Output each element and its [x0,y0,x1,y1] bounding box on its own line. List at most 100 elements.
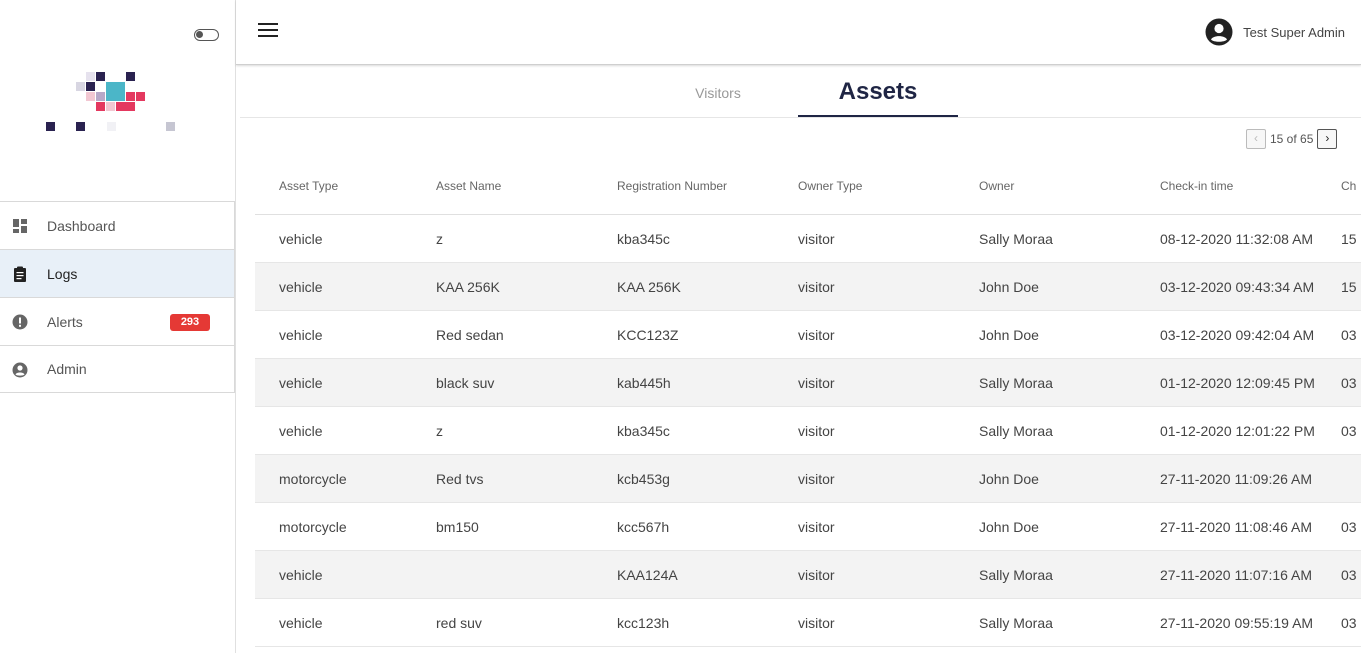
owner-type-cell: visitor [798,423,835,439]
user-menu[interactable]: Test Super Admin [1205,17,1345,47]
registration-number-cell: kcc567h [617,519,670,535]
sidebar-item-label: Alerts [47,313,83,330]
asset-type-cell: vehicle [279,567,323,583]
asset-name-cell: bm150 [436,519,479,535]
check-in-time-cell: 27-11-2020 11:09:26 AM [1160,471,1313,487]
asset-type-cell: vehicle [279,375,323,391]
owner-cell: John Doe [979,471,1039,487]
registration-number-cell: KAA 256K [617,279,681,295]
check-out-time-cell: 03 [1341,519,1357,535]
owner-type-cell: visitor [798,327,835,343]
table-row[interactable]: motorcycle bm150 kcc567h visitor John Doe 27-… [255,503,1361,551]
sidebar-item-label: Logs [47,265,78,282]
asset-name-cell: z [436,231,443,247]
column-header[interactable]: Ch [1341,179,1356,193]
owner-cell: Sally Moraa [979,567,1053,583]
asset-name-cell: black suv [436,375,495,391]
asset-type-cell: vehicle [279,279,323,295]
owner-cell: John Doe [979,519,1039,535]
registration-number-cell: kba345c [617,423,670,439]
check-out-time-cell: 03 [1341,615,1357,631]
tab-assets[interactable]: Assets [798,66,958,117]
owner-type-cell: visitor [798,567,835,583]
check-in-time-cell: 08-12-2020 11:32:08 AM [1160,231,1314,247]
menu-icon[interactable] [258,23,278,41]
check-in-time-cell: 01-12-2020 12:09:45 PM [1160,375,1315,391]
sidebar-item-label: Admin [47,361,87,377]
table-row[interactable]: motorcycle Red tvs kcb453g visitor John Doe 2… [255,455,1361,503]
registration-number-cell: KCC123Z [617,327,679,343]
column-header[interactable]: Owner [979,179,1014,193]
toggle-knob [196,31,203,38]
table-header: Asset Type Asset Name Registration Numbe… [255,166,1361,215]
table-row[interactable]: vehicle black suv kab445h visitor Sally Mora… [255,359,1361,407]
owner-type-cell: visitor [798,375,835,391]
table-row[interactable]: vehicle Red sedan KCC123Z visitor John Doe 03… [255,311,1361,359]
table-row[interactable]: vehicle z kba345c visitor Sally Moraa 08-12-2… [255,215,1361,263]
account-icon [12,362,28,378]
owner-cell: John Doe [979,279,1039,295]
table-row[interactable]: vehicle KAA124A visitor Sally Moraa 27-11-20… [255,551,1361,599]
asset-type-cell: vehicle [279,423,323,439]
owner-type-cell: visitor [798,615,835,631]
check-out-time-cell: 03 [1341,327,1357,343]
sidebar-item-label: Dashboard [47,217,116,234]
owner-type-cell: visitor [798,471,835,487]
registration-number-cell: kcb453g [617,471,670,487]
asset-name-cell: Red sedan [436,327,504,343]
asset-type-cell: motorcycle [279,471,347,487]
column-header[interactable]: Asset Name [436,179,501,193]
log-tabs: Visitors Assets [240,66,1361,118]
owner-type-cell: visitor [798,519,835,535]
owner-cell: John Doe [979,327,1039,343]
alert-icon [12,314,28,330]
asset-type-cell: vehicle [279,327,323,343]
previous-page-button[interactable]: ‹ [1246,129,1266,149]
check-in-time-cell: 03-12-2020 09:42:04 AM [1160,327,1315,343]
check-in-time-cell: 01-12-2020 12:01:22 PM [1160,423,1315,439]
sidebar: Dashboard Logs Alerts 293 Admin [0,0,236,653]
table-row[interactable]: vehicle red suv kcc123h visitor Sally Moraa 2… [255,599,1361,647]
registration-number-cell: kba345c [617,231,670,247]
owner-cell: Sally Moraa [979,615,1053,631]
top-bar: Test Super Admin [236,0,1361,65]
table-row[interactable]: vehicle KAA 256K KAA 256K visitor John Doe 03… [255,263,1361,311]
registration-number-cell: kcc123h [617,615,670,631]
check-in-time-cell: 27-11-2020 11:08:46 AM [1160,519,1313,535]
owner-type-cell: visitor [798,279,835,295]
column-header[interactable]: Asset Type [279,179,338,193]
column-header[interactable]: Registration Number [617,179,727,193]
brand-logo [46,72,175,131]
check-out-time-cell: 15 [1341,231,1357,247]
account-circle-icon [1205,18,1233,46]
check-out-time-cell: 03 [1341,423,1357,439]
owner-type-cell: visitor [798,231,835,247]
table-row[interactable]: vehicle z kba345c visitor Sally Moraa 01-12-2… [255,407,1361,455]
assets-table: Asset Type Asset Name Registration Numbe… [255,166,1361,647]
sidebar-item-alerts[interactable]: Alerts 293 [0,297,235,345]
pagination: ‹ 15 of 65 › [1246,129,1338,149]
theme-toggle[interactable] [194,29,219,41]
check-in-time-cell: 27-11-2020 09:55:19 AM [1160,615,1314,631]
tab-visitors[interactable]: Visitors [678,66,758,117]
check-out-time-cell: 03 [1341,567,1357,583]
user-name: Test Super Admin [1243,24,1345,40]
sidebar-item-admin[interactable]: Admin [0,345,235,393]
owner-cell: Sally Moraa [979,423,1053,439]
sidebar-item-dashboard[interactable]: Dashboard [0,201,235,249]
sidebar-nav: Dashboard Logs Alerts 293 Admin [0,201,235,393]
dashboard-icon [13,219,27,233]
next-page-button[interactable]: › [1317,129,1338,149]
clipboard-icon [14,266,26,282]
check-in-time-cell: 27-11-2020 11:07:16 AM [1160,567,1313,583]
check-out-time-cell: 15 [1341,279,1357,295]
owner-cell: Sally Moraa [979,231,1053,247]
asset-name-cell: Red tvs [436,471,484,487]
asset-type-cell: vehicle [279,231,323,247]
registration-number-cell: kab445h [617,375,671,391]
page-indicator: 15 of 65 [1270,132,1314,146]
sidebar-item-logs[interactable]: Logs [0,249,235,297]
column-header[interactable]: Owner Type [798,179,862,193]
alerts-count-badge: 293 [170,314,210,331]
column-header[interactable]: Check-in time [1160,179,1233,193]
